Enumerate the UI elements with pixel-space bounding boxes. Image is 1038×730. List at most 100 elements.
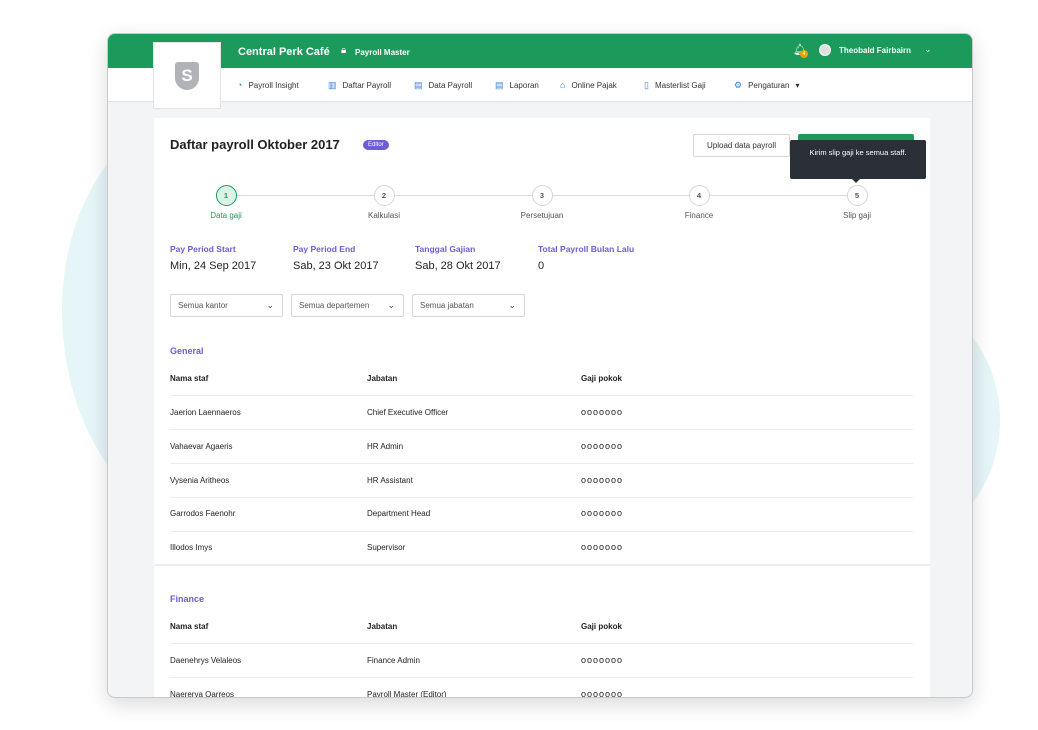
tooltip-arrow bbox=[852, 179, 860, 183]
info-value: Sab, 23 Okt 2017 bbox=[293, 260, 379, 272]
step-label: Slip gaji bbox=[842, 211, 871, 220]
chevron-down-icon: ⌄ bbox=[387, 300, 395, 310]
upload-payroll-button[interactable]: Upload data payroll bbox=[693, 134, 790, 157]
column-header-salary: Gaji pokok bbox=[581, 374, 622, 383]
salary-masked: οοοοοοο bbox=[581, 475, 624, 485]
staff-name[interactable]: Vysenia Aritheos bbox=[170, 476, 229, 485]
info-total-payroll: Total Payroll Bulan Lalu 0 bbox=[538, 244, 634, 272]
staff-name[interactable]: Jaerion Laennaeros bbox=[170, 408, 241, 417]
salary-masked: οοοοοοο bbox=[581, 441, 624, 451]
staff-name[interactable]: Vahaevar Agaeris bbox=[170, 442, 233, 451]
report-icon: ▤ bbox=[495, 80, 504, 90]
page-title: Daftar payroll Oktober 2017 bbox=[170, 137, 340, 152]
staff-position: Department Head bbox=[367, 509, 431, 518]
avatar[interactable] bbox=[819, 44, 831, 56]
logo[interactable]: S bbox=[153, 42, 221, 109]
column-header-name: Nama staf bbox=[170, 622, 209, 631]
filter-value: Semua jabatan bbox=[420, 301, 474, 310]
info-pay-period-end: Pay Period End Sab, 23 Okt 2017 bbox=[293, 244, 379, 272]
step-persetujuan[interactable]: 3 Persetujuan bbox=[497, 185, 587, 220]
staff-name[interactable]: Illodos Imys bbox=[170, 543, 212, 552]
app-window: Central Perk Café 🔒︎ Payroll Master 🔔︎ 4… bbox=[107, 33, 973, 698]
staff-position: HR Admin bbox=[367, 442, 404, 451]
building-icon: ▥ bbox=[328, 80, 337, 90]
staff-position: Finance Admin bbox=[367, 656, 420, 665]
step-number: 2 bbox=[373, 185, 395, 206]
row-divider bbox=[170, 643, 913, 644]
staff-name[interactable]: Garrodos Faenohr bbox=[170, 509, 235, 518]
step-finance[interactable]: 4 Finance bbox=[654, 185, 744, 220]
filter-kantor[interactable]: Semua kantor ⌄ bbox=[170, 294, 283, 317]
step-slip-gaji[interactable]: 5 Slip gaji bbox=[812, 185, 902, 220]
editor-badge: Editor bbox=[363, 140, 389, 150]
row-divider bbox=[170, 531, 913, 532]
nav-item-masterlist-gaji[interactable]: ▯ Masterlist Gaji bbox=[644, 80, 706, 91]
tooltip: Kirim slip gaji ke semua staff. bbox=[790, 140, 926, 179]
step-label: Persetujuan bbox=[520, 211, 564, 220]
nav-item-pengaturan[interactable]: ⚙ Pengaturan ▾ bbox=[734, 80, 799, 91]
chevron-down-icon: ⌄ bbox=[508, 300, 516, 310]
info-label: Total Payroll Bulan Lalu bbox=[538, 244, 635, 254]
gauge-icon: ◔ bbox=[237, 80, 243, 90]
info-value: Min, 24 Sep 2017 bbox=[170, 260, 257, 272]
chevron-down-icon[interactable]: ⌄ bbox=[924, 44, 932, 55]
step-number: 1 bbox=[215, 185, 237, 206]
info-label: Tanggal Gajian bbox=[415, 244, 476, 254]
nav-label: Payroll Insight bbox=[248, 80, 299, 90]
info-tanggal-gajian: Tanggal Gajian Sab, 28 Okt 2017 bbox=[415, 244, 501, 272]
step-label: Finance bbox=[684, 211, 714, 220]
salary-masked: οοοοοοο bbox=[581, 508, 624, 518]
nav-item-laporan[interactable]: ▤ Laporan bbox=[495, 80, 539, 91]
filter-departemen[interactable]: Semua departemen ⌄ bbox=[291, 294, 404, 317]
step-number: 3 bbox=[531, 185, 553, 206]
staff-name[interactable]: Naererya Qarreos bbox=[170, 690, 234, 697]
staff-position: Payroll Master (Editor) bbox=[367, 690, 447, 698]
step-label: Data gaji bbox=[210, 211, 242, 220]
nav-label: Laporan bbox=[509, 81, 539, 90]
staff-name[interactable]: Daenehrys Velaleos bbox=[170, 656, 241, 665]
staff-position: HR Assistant bbox=[367, 476, 413, 485]
filter-value: Semua departemen bbox=[299, 301, 370, 310]
nav-item-data-payroll[interactable]: ▤ Data Payroll bbox=[414, 80, 472, 91]
column-header-name: Nama staf bbox=[170, 374, 209, 383]
nav-item-daftar-payroll[interactable]: ▥ Daftar Payroll bbox=[328, 80, 391, 91]
info-value: 0 bbox=[538, 260, 545, 272]
nav-bar: ◔ Payroll Insight ▥ Daftar Payroll ▤ Dat… bbox=[108, 68, 972, 102]
step-data-gaji[interactable]: 1 Data gaji bbox=[181, 185, 271, 220]
salary-masked: οοοοοοο bbox=[581, 655, 624, 665]
salary-masked: οοοοοοο bbox=[581, 407, 624, 417]
staff-position: Supervisor bbox=[367, 543, 406, 552]
document-icon: ▤ bbox=[414, 80, 423, 90]
nav-item-payroll-insight[interactable]: ◔ Payroll Insight bbox=[237, 80, 299, 90]
caret-down-icon: ▾ bbox=[795, 81, 800, 90]
step-number: 5 bbox=[846, 185, 868, 206]
logo-mark: S bbox=[175, 62, 199, 90]
step-number: 4 bbox=[688, 185, 710, 206]
gear-icon: ⚙ bbox=[734, 80, 743, 90]
nav-item-online-pajak[interactable]: ⌂ Online Pajak bbox=[560, 80, 617, 90]
row-divider bbox=[170, 429, 913, 430]
bank-icon: ⌂ bbox=[560, 80, 566, 90]
info-label: Pay Period End bbox=[293, 244, 356, 254]
nav-label: Masterlist Gaji bbox=[654, 81, 706, 90]
top-bar: Central Perk Café 🔒︎ Payroll Master 🔔︎ 4… bbox=[108, 34, 972, 68]
notification-badge: 4 bbox=[800, 50, 808, 58]
filter-value: Semua kantor bbox=[178, 301, 228, 310]
lock-icon: 🔒︎ bbox=[341, 45, 347, 56]
user-name[interactable]: Theobald Fairbairn bbox=[839, 46, 911, 55]
row-divider bbox=[170, 395, 913, 396]
user-role: Payroll Master bbox=[355, 48, 410, 57]
row-divider bbox=[170, 497, 913, 498]
company-name[interactable]: Central Perk Café bbox=[238, 46, 330, 58]
salary-masked: οοοοοοο bbox=[581, 542, 624, 552]
column-header-salary: Gaji pokok bbox=[581, 622, 622, 631]
info-value: Sab, 28 Okt 2017 bbox=[415, 260, 501, 272]
column-header-position: Jabatan bbox=[367, 622, 398, 631]
column-header-position: Jabatan bbox=[367, 374, 398, 383]
step-kalkulasi[interactable]: 2 Kalkulasi bbox=[339, 185, 429, 220]
nav-label: Online Pajak bbox=[571, 80, 617, 90]
row-divider bbox=[170, 677, 913, 678]
section-divider bbox=[154, 564, 930, 566]
salary-masked: οοοοοοο bbox=[581, 689, 624, 698]
filter-jabatan[interactable]: Semua jabatan ⌄ bbox=[412, 294, 525, 317]
